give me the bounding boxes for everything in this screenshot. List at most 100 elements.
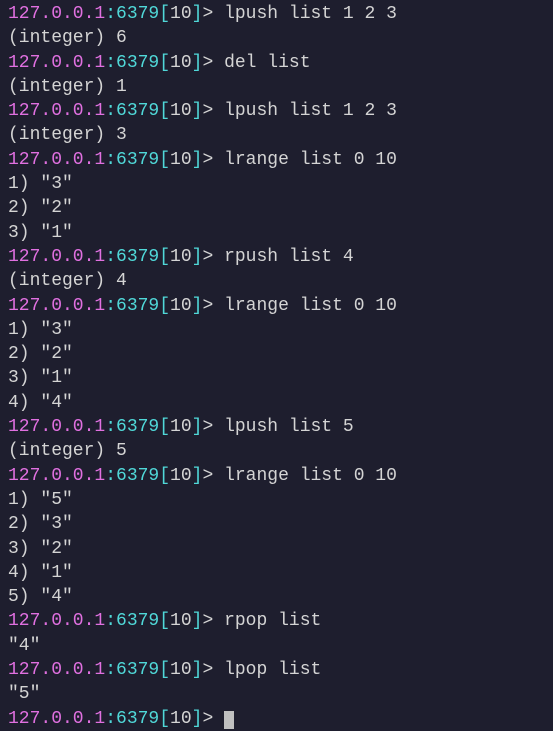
prompt-open-bracket: [ <box>159 660 170 680</box>
output-text: 1) "5" <box>8 490 73 510</box>
terminal-line: 3) "2" <box>8 537 545 561</box>
terminal-line: 3) "1" <box>8 366 545 390</box>
terminal-line: (integer) 3 <box>8 123 545 147</box>
terminal-line: 127.0.0.1:6379[10]> <box>8 707 545 731</box>
prompt-db-number: 10 <box>170 247 192 267</box>
prompt-port: :6379 <box>105 611 159 631</box>
prompt-port: :6379 <box>105 150 159 170</box>
cursor[interactable] <box>224 711 234 729</box>
command-text: lrange list 0 10 <box>224 466 397 486</box>
prompt-open-bracket: [ <box>159 611 170 631</box>
prompt-port: :6379 <box>105 660 159 680</box>
prompt-close-bracket: ] <box>192 660 203 680</box>
output-text: (integer) 5 <box>8 441 127 461</box>
prompt-db-number: 10 <box>170 660 192 680</box>
terminal-line: 1) "3" <box>8 172 545 196</box>
command-text: lpush list 1 2 3 <box>224 4 397 24</box>
prompt-host: 127.0.0.1 <box>8 247 105 267</box>
prompt-close-bracket: ] <box>192 296 203 316</box>
terminal-line: (integer) 4 <box>8 269 545 293</box>
terminal-line: (integer) 6 <box>8 26 545 50</box>
prompt-host: 127.0.0.1 <box>8 4 105 24</box>
prompt-db-number: 10 <box>170 53 192 73</box>
prompt-arrow: > <box>202 53 224 73</box>
terminal-line: 127.0.0.1:6379[10]> lrange list 0 10 <box>8 148 545 172</box>
command-text: lpush list 5 <box>224 417 354 437</box>
prompt-open-bracket: [ <box>159 466 170 486</box>
terminal-line: (integer) 5 <box>8 439 545 463</box>
prompt-db-number: 10 <box>170 4 192 24</box>
prompt-port: :6379 <box>105 101 159 121</box>
output-text: 4) "4" <box>8 393 73 413</box>
terminal-output[interactable]: 127.0.0.1:6379[10]> lpush list 1 2 3(int… <box>8 2 545 731</box>
terminal-line: 1) "5" <box>8 488 545 512</box>
output-text: 2) "3" <box>8 514 73 534</box>
terminal-line: 5) "4" <box>8 585 545 609</box>
prompt-open-bracket: [ <box>159 417 170 437</box>
terminal-line: "4" <box>8 634 545 658</box>
output-text: 3) "1" <box>8 223 73 243</box>
prompt-host: 127.0.0.1 <box>8 417 105 437</box>
prompt-arrow: > <box>202 247 224 267</box>
prompt-db-number: 10 <box>170 296 192 316</box>
terminal-line: 127.0.0.1:6379[10]> lpop list <box>8 658 545 682</box>
output-text: (integer) 1 <box>8 77 127 97</box>
terminal-line: 127.0.0.1:6379[10]> lrange list 0 10 <box>8 464 545 488</box>
prompt-host: 127.0.0.1 <box>8 296 105 316</box>
terminal-line: 1) "3" <box>8 318 545 342</box>
prompt-close-bracket: ] <box>192 247 203 267</box>
prompt-close-bracket: ] <box>192 101 203 121</box>
terminal-line: 127.0.0.1:6379[10]> lrange list 0 10 <box>8 294 545 318</box>
prompt-arrow: > <box>202 150 224 170</box>
prompt-open-bracket: [ <box>159 150 170 170</box>
terminal-line: 127.0.0.1:6379[10]> lpush list 1 2 3 <box>8 2 545 26</box>
output-text: 1) "3" <box>8 174 73 194</box>
command-text: del list <box>224 53 310 73</box>
terminal-line: 127.0.0.1:6379[10]> lpush list 1 2 3 <box>8 99 545 123</box>
terminal-line: 4) "4" <box>8 391 545 415</box>
prompt-open-bracket: [ <box>159 247 170 267</box>
terminal-line: 127.0.0.1:6379[10]> lpush list 5 <box>8 415 545 439</box>
prompt-port: :6379 <box>105 417 159 437</box>
prompt-port: :6379 <box>105 53 159 73</box>
prompt-close-bracket: ] <box>192 611 203 631</box>
prompt-db-number: 10 <box>170 709 192 729</box>
prompt-close-bracket: ] <box>192 150 203 170</box>
prompt-host: 127.0.0.1 <box>8 101 105 121</box>
prompt-port: :6379 <box>105 466 159 486</box>
prompt-arrow: > <box>202 296 224 316</box>
prompt-arrow: > <box>202 466 224 486</box>
output-text: 3) "2" <box>8 539 73 559</box>
terminal-line: 2) "2" <box>8 342 545 366</box>
terminal-line: 3) "1" <box>8 221 545 245</box>
prompt-port: :6379 <box>105 296 159 316</box>
prompt-host: 127.0.0.1 <box>8 466 105 486</box>
prompt-host: 127.0.0.1 <box>8 150 105 170</box>
output-text: 4) "1" <box>8 563 73 583</box>
output-text: 2) "2" <box>8 198 73 218</box>
terminal-line: 2) "3" <box>8 512 545 536</box>
prompt-port: :6379 <box>105 709 159 729</box>
command-text: lpush list 1 2 3 <box>224 101 397 121</box>
prompt-arrow: > <box>202 101 224 121</box>
prompt-open-bracket: [ <box>159 53 170 73</box>
output-text: (integer) 6 <box>8 28 127 48</box>
prompt-db-number: 10 <box>170 150 192 170</box>
terminal-line: 127.0.0.1:6379[10]> rpush list 4 <box>8 245 545 269</box>
output-text: (integer) 4 <box>8 271 127 291</box>
command-text: lrange list 0 10 <box>224 296 397 316</box>
output-text: "4" <box>8 636 40 656</box>
prompt-close-bracket: ] <box>192 417 203 437</box>
prompt-port: :6379 <box>105 4 159 24</box>
prompt-db-number: 10 <box>170 466 192 486</box>
prompt-close-bracket: ] <box>192 466 203 486</box>
prompt-db-number: 10 <box>170 101 192 121</box>
prompt-arrow: > <box>202 4 224 24</box>
terminal-line: 2) "2" <box>8 196 545 220</box>
output-text: (integer) 3 <box>8 125 127 145</box>
prompt-host: 127.0.0.1 <box>8 660 105 680</box>
output-text: 2) "2" <box>8 344 73 364</box>
command-text: lrange list 0 10 <box>224 150 397 170</box>
prompt-port: :6379 <box>105 247 159 267</box>
terminal-line: (integer) 1 <box>8 75 545 99</box>
